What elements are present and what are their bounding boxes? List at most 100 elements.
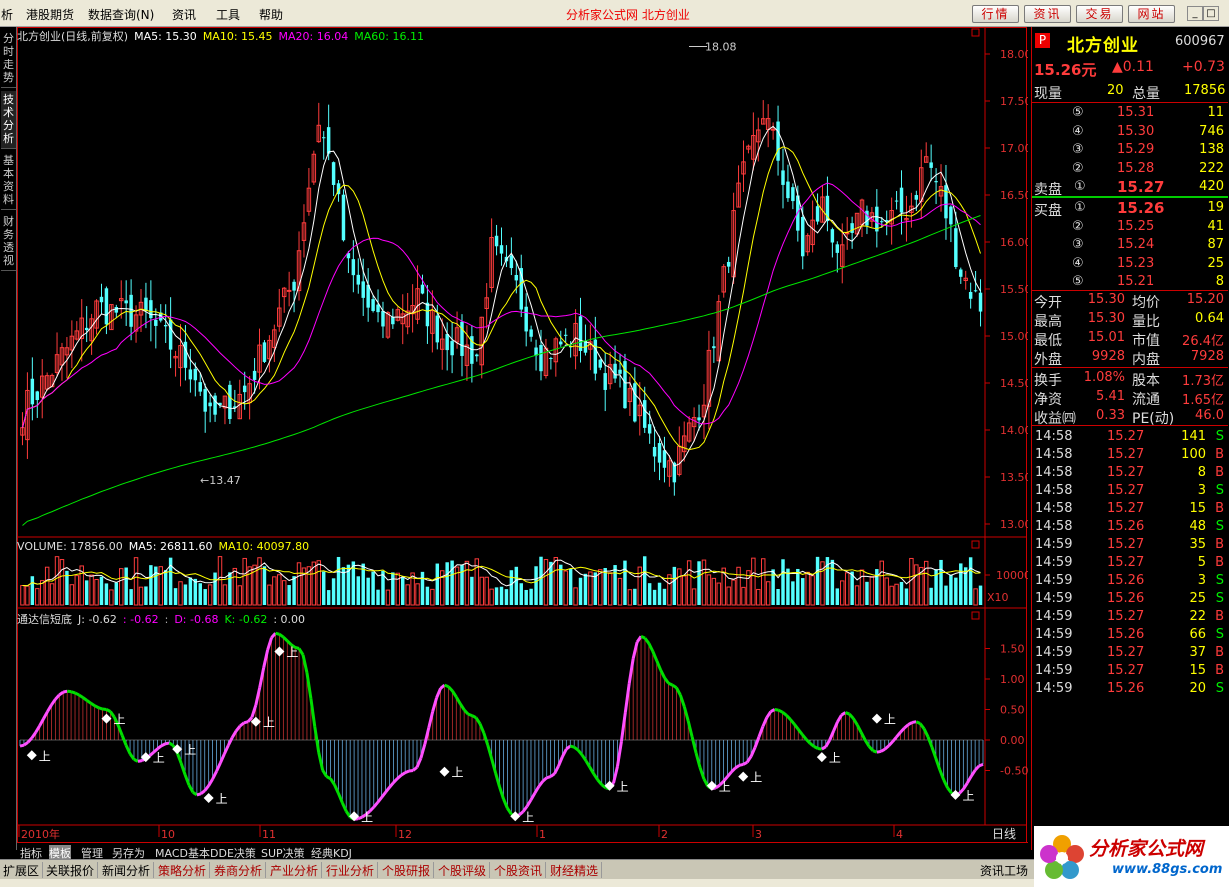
trade-button[interactable]: 交易 bbox=[1076, 5, 1123, 23]
indicator-tab[interactable]: 管理 bbox=[81, 845, 103, 860]
volume-bar-up bbox=[598, 569, 603, 606]
extension-tab[interactable]: 产业分析 bbox=[270, 862, 323, 878]
tick-row[interactable]: 14:58 15.26 48 S bbox=[1032, 518, 1228, 536]
indicator-line bbox=[478, 723, 486, 734]
menu-item-analysis[interactable]: 析 bbox=[1, 6, 13, 23]
volume-bar-up bbox=[267, 584, 272, 606]
tab-intraday[interactable]: 分时走势 bbox=[1, 30, 16, 88]
tick-volume: 100 bbox=[1181, 447, 1206, 462]
tick-row[interactable]: 14:59 15.27 37 B bbox=[1032, 644, 1228, 662]
extension-tab[interactable]: 个股评级 bbox=[438, 862, 491, 878]
tick-row[interactable]: 14:59 15.27 5 B bbox=[1032, 554, 1228, 572]
extension-tab[interactable]: 个股资讯 bbox=[494, 862, 547, 878]
menu-item-hk-futures[interactable]: 港股期货 bbox=[26, 6, 74, 23]
tick-row[interactable]: 14:59 15.26 25 S bbox=[1032, 590, 1228, 608]
chart-area[interactable]: 18.00 17.50 17.00 16.50 16.00 15.50 15.00 14.50… bbox=[17, 27, 1032, 850]
volume-bar-down bbox=[504, 589, 509, 605]
ask-row[interactable]: ⑤ 15.31 11 bbox=[1032, 104, 1228, 122]
tick-row[interactable]: 14:59 15.26 20 S bbox=[1032, 680, 1228, 698]
indicator-tab[interactable]: MACD基本 bbox=[155, 845, 210, 860]
volume-bar-up bbox=[686, 560, 692, 606]
extension-tab[interactable]: 财经精选 bbox=[550, 862, 603, 878]
high-label: 18.08 bbox=[705, 40, 737, 53]
tick-row[interactable]: 14:59 15.27 22 B bbox=[1032, 608, 1228, 626]
book-level: ① bbox=[1074, 200, 1086, 215]
indicator-line bbox=[569, 744, 575, 749]
indicator-tab[interactable]: 指标 bbox=[20, 845, 42, 860]
volume-bar-up bbox=[484, 576, 489, 606]
book-qty: 19 bbox=[1207, 200, 1224, 215]
tick-row[interactable]: 14:58 15.27 3 S bbox=[1032, 482, 1228, 500]
tick-row[interactable]: 14:58 15.27 100 B bbox=[1032, 446, 1228, 464]
tick-row[interactable]: 14:59 15.26 66 S bbox=[1032, 626, 1228, 644]
kline-chart[interactable]: 18.00 17.50 17.00 16.50 16.00 15.50 15.00 14.50… bbox=[17, 27, 1032, 850]
extension-tab[interactable]: 券商分析 bbox=[214, 862, 267, 878]
menu-item-help[interactable]: 帮助 bbox=[259, 6, 283, 23]
indicator-line bbox=[305, 672, 313, 699]
indicator-line bbox=[137, 759, 143, 763]
menu-item-tools[interactable]: 工具 bbox=[216, 6, 240, 23]
ask-row[interactable]: 卖盘 ① 15.27 420 bbox=[1032, 178, 1228, 198]
bid-row[interactable]: ③ 15.24 87 bbox=[1032, 236, 1228, 254]
extension-tab[interactable]: 行业分析 bbox=[326, 862, 379, 878]
indicator-line bbox=[392, 777, 399, 784]
indicator-tab[interactable]: DDE决策 bbox=[210, 845, 256, 860]
volume-bar-up bbox=[617, 577, 623, 606]
tick-row[interactable]: 14:59 15.27 35 B bbox=[1032, 536, 1228, 554]
extension-tab[interactable]: 个股研报 bbox=[382, 862, 435, 878]
bid-row[interactable]: 买盘 ① 15.26 19 bbox=[1032, 199, 1228, 219]
tick-row[interactable]: 14:58 15.27 8 B bbox=[1032, 464, 1228, 482]
indicator-line bbox=[647, 642, 655, 653]
zongliang-label: 总量 bbox=[1132, 86, 1160, 102]
tick-price: 15.27 bbox=[1107, 447, 1145, 462]
menu-item-news[interactable]: 资讯 bbox=[172, 6, 196, 23]
indicator-line bbox=[872, 749, 878, 754]
extension-tab[interactable]: 扩展区 bbox=[3, 862, 44, 878]
tick-row[interactable]: 14:58 15.27 141 S bbox=[1032, 428, 1228, 446]
indicator-tab[interactable]: 另存为 bbox=[112, 845, 145, 860]
tick-row[interactable]: 14:59 15.27 15 B bbox=[1032, 662, 1228, 680]
tick-row[interactable]: 14:59 15.26 3 S bbox=[1032, 572, 1228, 590]
menu-item-data-query[interactable]: 数据查询(N) bbox=[88, 6, 154, 23]
xianliang-value: 20 bbox=[1107, 83, 1124, 98]
extension-tab[interactable]: 关联报价 bbox=[46, 862, 99, 878]
bid-row[interactable]: ⑤ 15.21 8 bbox=[1032, 273, 1228, 291]
bid-row[interactable]: ② 15.25 41 bbox=[1032, 218, 1228, 236]
candle-down bbox=[381, 310, 385, 327]
indicator-tab[interactable]: 模板 bbox=[49, 845, 71, 860]
vol-ma5-legend: MA5: 26811.60 bbox=[128, 540, 213, 553]
tab-technical[interactable]: 技术分析 bbox=[1, 91, 16, 149]
website-button[interactable]: 网站 bbox=[1128, 5, 1175, 23]
indicator-tab[interactable]: SUP决策 bbox=[261, 845, 305, 860]
tick-row[interactable]: 14:58 15.27 15 B bbox=[1032, 500, 1228, 518]
tab-profile[interactable]: 基本资料 bbox=[1, 152, 16, 210]
extension-tab[interactable]: 策略分析 bbox=[158, 862, 211, 878]
candle-down bbox=[647, 424, 652, 434]
minimize-icon[interactable]: _ bbox=[1187, 6, 1203, 21]
x-tick-label: 2010年 bbox=[21, 827, 60, 841]
volume-bar-up bbox=[109, 589, 114, 606]
book-price: 15.23 bbox=[1117, 255, 1155, 271]
indicator-line bbox=[600, 783, 607, 789]
indicator-tab[interactable]: 经典KDJ bbox=[311, 845, 352, 860]
volume-bar-down bbox=[203, 589, 207, 605]
candle-up bbox=[286, 289, 292, 292]
quote-button[interactable]: 行情 bbox=[972, 5, 1019, 23]
candle-down bbox=[944, 185, 948, 219]
indicator-line bbox=[250, 704, 258, 718]
ask-row[interactable]: ④ 15.30 746 bbox=[1032, 123, 1228, 141]
kdj-tick-label: 0.50 bbox=[1000, 704, 1025, 717]
maximize-icon[interactable]: □ bbox=[1203, 6, 1219, 21]
bid-row[interactable]: ④ 15.23 25 bbox=[1032, 255, 1228, 273]
app-window: { "menubar":{ "items":["析","港股期货","数据查询(… bbox=[0, 0, 1229, 887]
stat-row: 最低 15.01 市值 26.4亿 bbox=[1032, 329, 1228, 349]
ask-row[interactable]: ③ 15.29 138 bbox=[1032, 141, 1228, 159]
extension-tab[interactable]: 新闻分析 bbox=[102, 862, 155, 878]
book-qty: 41 bbox=[1207, 218, 1224, 234]
tab-finance[interactable]: 财务透视 bbox=[1, 213, 16, 271]
indicator-line bbox=[757, 725, 765, 738]
ask-row[interactable]: ② 15.28 222 bbox=[1032, 160, 1228, 178]
indicator-line bbox=[156, 744, 163, 750]
news-button[interactable]: 资讯 bbox=[1024, 5, 1071, 23]
indicator-line bbox=[671, 683, 678, 689]
